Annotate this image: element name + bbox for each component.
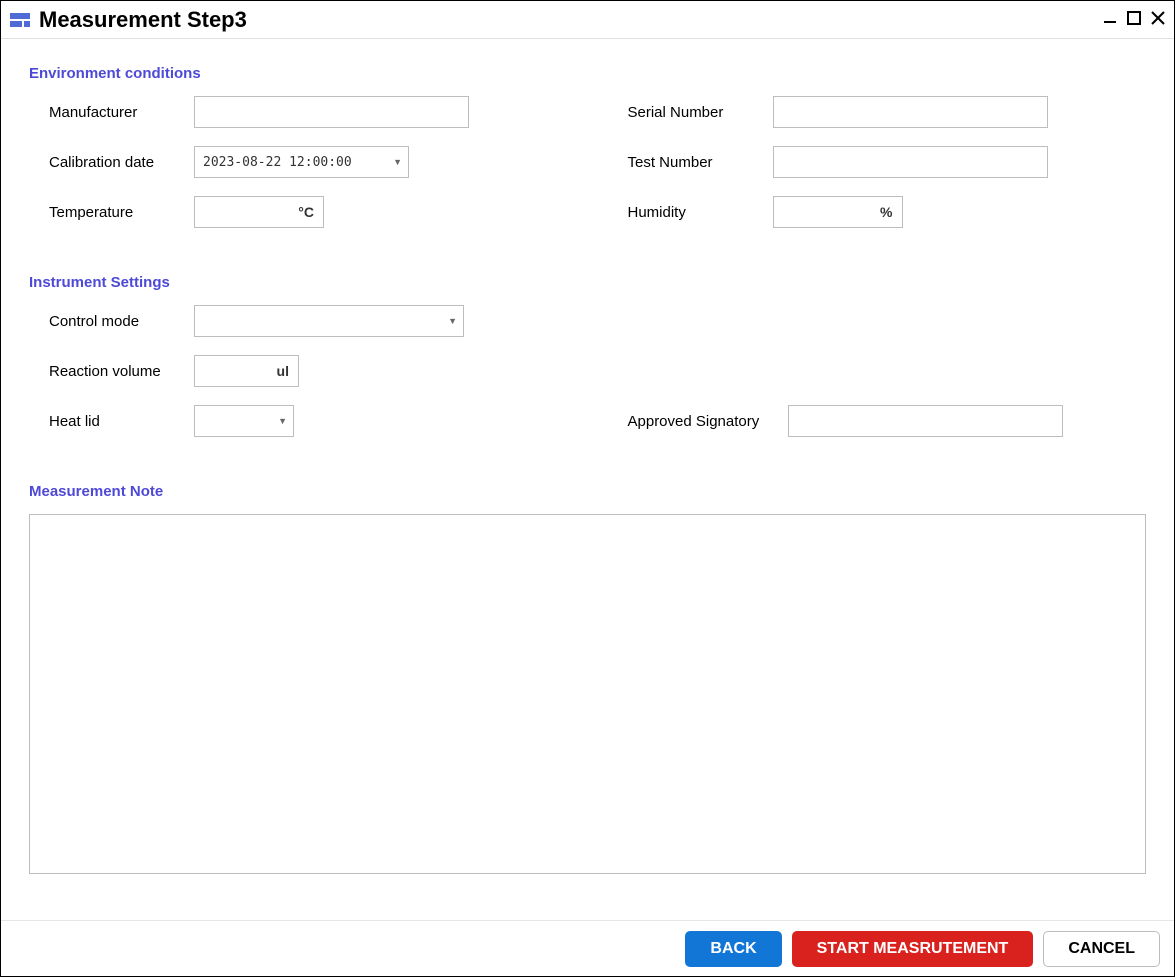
back-button[interactable]: BACK — [685, 931, 781, 967]
approved-signatory-label: Approved Signatory — [628, 413, 788, 430]
manufacturer-input[interactable] — [194, 96, 469, 128]
humidity-input[interactable] — [773, 196, 903, 228]
window-controls — [1102, 10, 1166, 29]
humidity-label: Humidity — [628, 204, 773, 221]
maximize-button[interactable] — [1126, 10, 1142, 29]
approved-signatory-input[interactable] — [788, 405, 1063, 437]
window-title: Measurement Step3 — [39, 7, 1102, 33]
minimize-button[interactable] — [1102, 10, 1118, 29]
environment-grid: Manufacturer Serial Number Calibration d… — [29, 96, 1146, 246]
temperature-label: Temperature — [49, 204, 194, 221]
section-heading-environment: Environment conditions — [29, 65, 1146, 82]
window: Measurement Step3 Environment conditions… — [0, 0, 1175, 977]
temperature-input[interactable] — [194, 196, 324, 228]
heat-lid-label: Heat lid — [49, 413, 194, 430]
app-icon — [9, 12, 31, 28]
test-number-input[interactable] — [773, 146, 1048, 178]
reaction-volume-label: Reaction volume — [49, 363, 194, 380]
heat-lid-select[interactable]: ▼ — [194, 405, 294, 437]
chevron-down-icon: ▼ — [393, 157, 402, 167]
calibration-date-label: Calibration date — [49, 154, 194, 171]
control-mode-label: Control mode — [49, 313, 194, 330]
section-heading-instrument: Instrument Settings — [29, 274, 1146, 291]
close-button[interactable] — [1150, 10, 1166, 29]
serial-number-input[interactable] — [773, 96, 1048, 128]
calibration-date-picker[interactable]: 2023-08-22 12:00:00 ▼ — [194, 146, 409, 178]
calibration-date-value: 2023-08-22 12:00:00 — [203, 155, 352, 170]
test-number-label: Test Number — [628, 154, 773, 171]
reaction-volume-input[interactable] — [194, 355, 299, 387]
chevron-down-icon: ▼ — [448, 316, 457, 326]
measurement-note-textarea[interactable] — [29, 514, 1146, 874]
section-heading-note: Measurement Note — [29, 483, 1146, 500]
control-mode-select[interactable]: ▼ — [194, 305, 464, 337]
footer: BACK START MEASRUTEMENT CANCEL — [1, 920, 1174, 976]
cancel-button[interactable]: CANCEL — [1043, 931, 1160, 967]
instrument-grid: Control mode ▼ Reaction volume ul Heat l… — [29, 305, 1146, 455]
titlebar: Measurement Step3 — [1, 1, 1174, 39]
chevron-down-icon: ▼ — [278, 416, 287, 426]
manufacturer-label: Manufacturer — [49, 104, 194, 121]
serial-number-label: Serial Number — [628, 104, 773, 121]
start-measurement-button[interactable]: START MEASRUTEMENT — [792, 931, 1034, 967]
content-area: Environment conditions Manufacturer Seri… — [1, 39, 1174, 920]
